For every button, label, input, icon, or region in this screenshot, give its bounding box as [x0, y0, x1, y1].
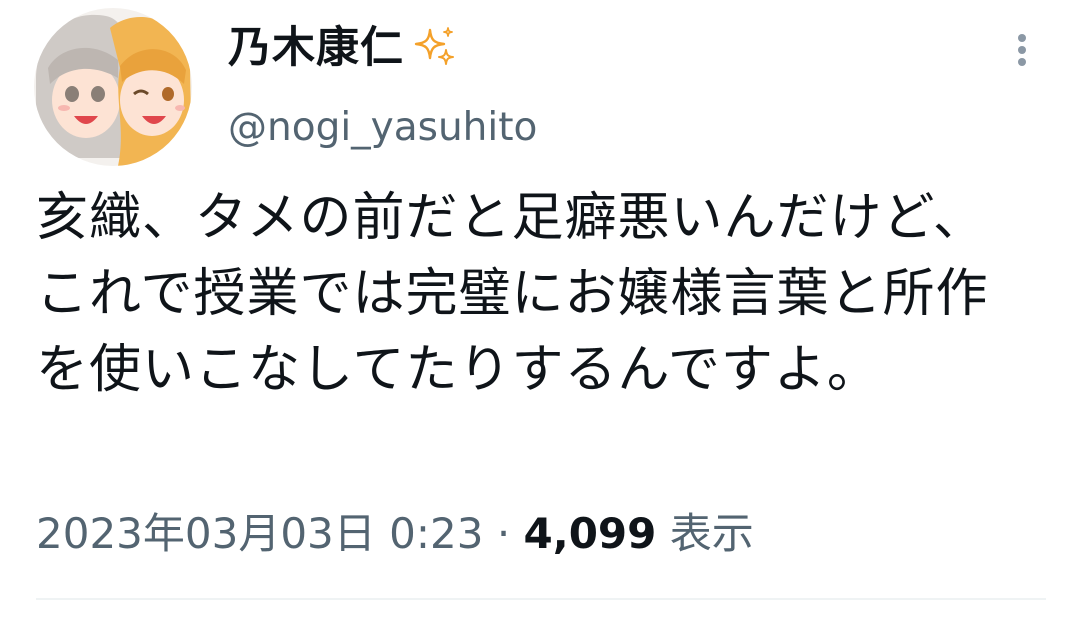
- tweet-card: 乃木康仁 @nogi_yasuhito 亥織、タメの前だと足癖悪いんだけど、これ…: [0, 0, 1080, 636]
- meta-separator: ·: [496, 509, 511, 558]
- author-display-name[interactable]: 乃木康仁: [228, 18, 404, 78]
- tweet-timestamp[interactable]: 2023年03月03日 0:23: [36, 509, 483, 558]
- sparkle-icon: [410, 24, 458, 72]
- divider: [36, 598, 1046, 600]
- avatar[interactable]: [34, 8, 192, 166]
- views-label: 表示: [669, 509, 754, 558]
- more-options-icon[interactable]: [1006, 30, 1038, 70]
- tweet-meta: 2023年03月03日 0:23 · 4,099 表示: [36, 502, 754, 566]
- avatar-illustration: [34, 8, 192, 166]
- tweet-text: 亥織、タメの前だと足癖悪いんだけど、これで授業では完璧にお嬢様言葉と所作を使いこ…: [36, 188, 989, 400]
- author-name-row[interactable]: 乃木康仁: [228, 18, 458, 78]
- views-count: 4,099: [523, 509, 657, 558]
- author-handle[interactable]: @nogi_yasuhito: [228, 100, 537, 156]
